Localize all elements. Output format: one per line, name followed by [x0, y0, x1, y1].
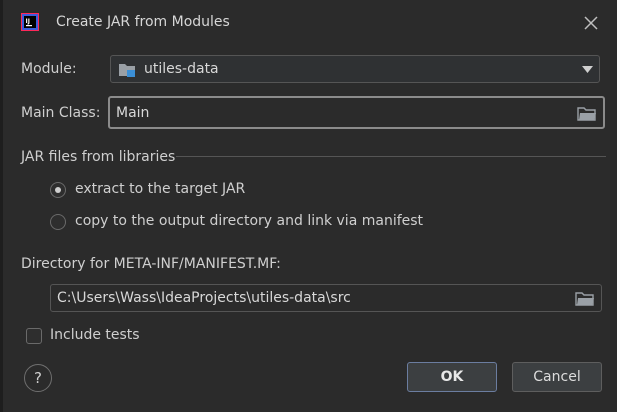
module-value: utiles-data: [144, 61, 219, 77]
close-icon[interactable]: [582, 14, 600, 32]
section-divider: [176, 156, 606, 157]
include-tests-checkbox[interactable]: [26, 328, 42, 344]
background-window-strip: [0, 0, 3, 412]
radio-copy[interactable]: [50, 214, 66, 230]
main-class-value: Main: [116, 105, 150, 121]
cancel-button[interactable]: Cancel: [512, 362, 602, 392]
manifest-dir-label: Directory for META-INF/MANIFEST.MF:: [21, 256, 281, 272]
folder-browse-icon[interactable]: [575, 291, 595, 306]
module-select[interactable]: utiles-data: [110, 55, 600, 83]
folder-browse-icon[interactable]: [577, 106, 597, 121]
include-tests-label[interactable]: Include tests: [50, 327, 140, 343]
chevron-down-icon[interactable]: [582, 66, 593, 73]
manifest-dir-input[interactable]: C:\Users\Wass\IdeaProjects\utiles-data\s…: [50, 284, 602, 312]
ok-button[interactable]: OK: [407, 362, 497, 392]
dialog-title: Create JAR from Modules: [56, 14, 230, 30]
main-class-input[interactable]: Main: [108, 96, 605, 129]
radio-copy-label[interactable]: copy to the output directory and link vi…: [75, 213, 423, 229]
intellij-app-icon: IJ: [21, 13, 39, 31]
libraries-section-heading: JAR files from libraries: [21, 149, 176, 165]
manifest-dir-value: C:\Users\Wass\IdeaProjects\utiles-data\s…: [57, 290, 351, 306]
svg-text:IJ: IJ: [26, 18, 30, 25]
radio-selected-dot: [55, 187, 61, 193]
main-class-label: Main Class:: [21, 105, 101, 121]
radio-extract-label[interactable]: extract to the target JAR: [75, 181, 245, 197]
help-button[interactable]: ?: [24, 364, 52, 392]
radio-extract[interactable]: [50, 182, 66, 198]
title-bar: IJ Create JAR from Modules: [0, 0, 617, 46]
module-folder-icon: [119, 64, 135, 77]
module-label: Module:: [21, 61, 77, 77]
